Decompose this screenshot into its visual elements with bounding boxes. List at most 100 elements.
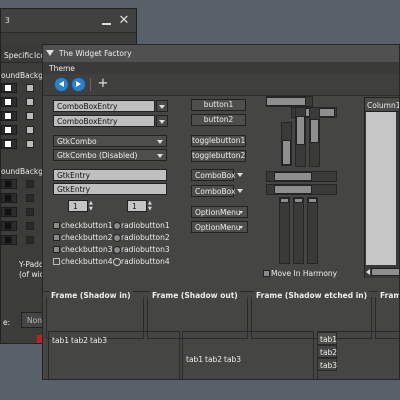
notebook-bottom-tabs: tab1 tab2 tab3	[182, 331, 314, 379]
vscrollbar-1-thumb[interactable]	[280, 198, 289, 203]
hscale-top-slider[interactable]	[266, 97, 306, 106]
color-swatch[interactable]	[26, 140, 34, 148]
vscale-right-slider[interactable]	[310, 119, 319, 143]
tree-hscrollbar[interactable]	[365, 266, 399, 278]
color-swatch[interactable]	[26, 208, 34, 216]
color-swatch[interactable]	[26, 180, 34, 188]
color-swatch[interactable]	[26, 112, 34, 120]
menubar: Theme	[43, 62, 399, 74]
color-swatch[interactable]	[26, 98, 34, 106]
tree-vscrollbar[interactable]	[396, 112, 399, 266]
gtk-entry-2[interactable]: GtkEntry	[53, 183, 167, 195]
chevron-down-icon[interactable]	[156, 115, 168, 127]
chevron-down-icon[interactable]	[156, 100, 168, 112]
vscale-center-slider[interactable]	[296, 116, 305, 145]
move-in-harmony-checkbox[interactable]: Move In Harmony	[263, 269, 337, 278]
minimize-icon[interactable]	[101, 15, 113, 27]
checkbutton-1[interactable]: checkbutton1	[53, 221, 112, 230]
togglebutton-2[interactable]: togglebutton2	[191, 150, 246, 162]
chevron-down-icon	[157, 140, 163, 144]
back-window-title: 3	[5, 16, 10, 25]
chevron-down-icon[interactable]	[235, 169, 245, 181]
tree-column-header[interactable]: Column1	[365, 98, 399, 112]
y-padding-label-line1: Y-Padd	[19, 260, 44, 269]
vscrollbar-3-thumb[interactable]	[308, 198, 317, 203]
notebook-top-tab-1[interactable]: tab1	[52, 336, 69, 345]
radiobutton-2[interactable]: radiobutton2	[113, 233, 170, 242]
vscrollbar-3[interactable]	[307, 197, 318, 264]
spin-button-2[interactable]: 1	[127, 200, 147, 212]
widget-factory-window: The Widget Factory Theme + ComboBoxEntry…	[42, 44, 400, 380]
vscrollbar-1[interactable]	[279, 197, 290, 264]
option-menu-2[interactable]: OptionMenu	[191, 221, 248, 233]
color-swatch	[4, 180, 12, 188]
window-titlebar: The Widget Factory	[43, 45, 399, 62]
window-title: The Widget Factory	[59, 49, 132, 58]
toolbar: +	[43, 74, 399, 96]
vscale-left-slider[interactable]	[282, 140, 291, 165]
back-header-background-2: Backg	[20, 167, 43, 176]
vscrollbar-2[interactable]	[293, 197, 304, 264]
spin-arrows-icon[interactable]: ▲ ▼	[89, 200, 95, 212]
hscale-bottom-2-slider[interactable]	[274, 185, 312, 194]
radiobutton-1[interactable]: radiobutton1	[113, 221, 170, 230]
y-padding-label-line2: (of wid	[19, 270, 45, 279]
color-swatch	[4, 140, 12, 148]
scroll-left-icon[interactable]	[366, 269, 370, 275]
back-arrow-icon[interactable]	[54, 77, 69, 92]
checkbutton-2[interactable]: checkbutton2	[53, 233, 112, 242]
spin-arrows-icon[interactable]: ▲ ▼	[148, 200, 154, 212]
radiobutton-3[interactable]: radiobutton3	[113, 245, 170, 254]
hscale-bottom-1-slider[interactable]	[274, 172, 312, 181]
color-swatch[interactable]	[26, 84, 34, 92]
radiobutton-4[interactable]: radiobutton4	[113, 257, 170, 266]
notebook-bottom-tab-1[interactable]: tab1	[186, 355, 203, 364]
notebook-top-tab-2[interactable]: tab2	[71, 336, 88, 345]
notebook-bottom-tab-3[interactable]: tab3	[224, 355, 241, 364]
notebook-side-tab-3[interactable]: tab3	[317, 358, 337, 371]
tree-hscroll-thumb[interactable]	[371, 268, 399, 276]
button-1[interactable]: button1	[191, 99, 246, 111]
notebook-bottom-tab-2[interactable]: tab2	[205, 355, 222, 364]
close-icon[interactable]: ✕	[116, 13, 132, 29]
button-2[interactable]: button2	[191, 114, 246, 126]
color-swatch	[4, 126, 12, 134]
gtk-combo-label: GtkCombo	[57, 137, 97, 146]
checkbutton-4[interactable]: checkbutton4	[53, 257, 112, 266]
combobox-2[interactable]: ComboBox	[191, 185, 235, 197]
color-swatch[interactable]	[26, 222, 34, 230]
combo-box-entry-2[interactable]: ComboBoxEntry	[53, 115, 155, 127]
chevron-down-icon	[157, 154, 163, 158]
color-swatch	[4, 236, 12, 244]
add-icon[interactable]: +	[95, 75, 111, 93]
back-header-bound-1: ound	[1, 71, 20, 80]
color-swatch[interactable]	[26, 236, 34, 244]
window-menu-icon[interactable]	[46, 50, 54, 56]
vscrollbar-2-thumb[interactable]	[294, 198, 303, 203]
color-swatch[interactable]	[26, 194, 34, 202]
back-header-background-1: Backg	[20, 71, 43, 80]
notebook-top-tab-3[interactable]: tab3	[90, 336, 107, 345]
gtk-combo[interactable]: GtkCombo	[53, 135, 167, 147]
tree-view[interactable]: Column1	[364, 97, 399, 278]
option-menu-1[interactable]: OptionMenu	[191, 206, 248, 218]
forward-arrow-icon[interactable]	[71, 77, 86, 92]
color-swatch[interactable]	[26, 126, 34, 134]
y-padding-label: Y-Padd (of wid	[19, 260, 45, 280]
menu-theme[interactable]: Theme	[49, 64, 75, 73]
color-swatch	[4, 222, 12, 230]
chevron-down-icon[interactable]	[235, 185, 245, 197]
notebook-top-tabs: tab1 tab2 tab3	[48, 331, 180, 379]
togglebutton-1[interactable]: togglebutton1	[191, 135, 246, 147]
checkbutton-3[interactable]: checkbutton3	[53, 245, 112, 254]
tab-specific[interactable]: Specific	[4, 51, 33, 60]
spin-button-1[interactable]: 1	[68, 200, 88, 212]
notebook-side-tab-2[interactable]: tab2	[317, 345, 337, 358]
color-swatch	[4, 84, 12, 92]
frame-shadow-etched-in-label: Frame (Shadow etched in)	[254, 291, 370, 300]
notebook-side-tab-1[interactable]: tab1	[317, 332, 337, 345]
gtk-entry-1[interactable]: GtkEntry	[53, 169, 167, 181]
combobox-1[interactable]: ComboBox	[191, 169, 235, 181]
combo-box-entry-1[interactable]: ComboBoxEntry	[53, 100, 155, 112]
tree-content[interactable]	[366, 112, 399, 265]
